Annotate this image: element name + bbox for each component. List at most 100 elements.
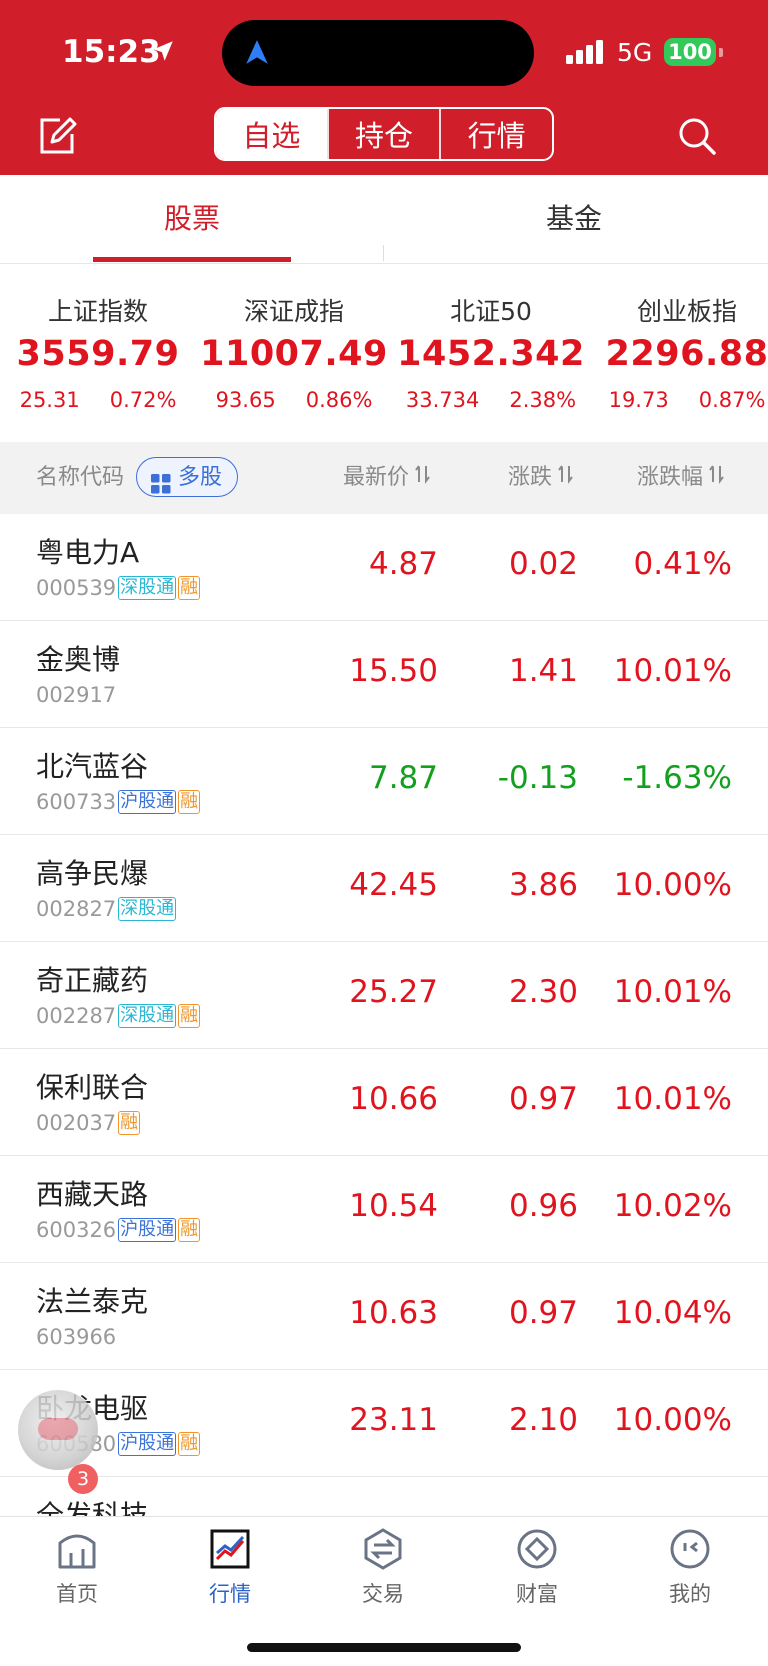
stock-code: 002917 xyxy=(36,683,117,707)
nav-wealth[interactable]: 财富 xyxy=(477,1527,597,1608)
index-change: 25.31 xyxy=(19,388,80,412)
table-row[interactable]: 高争民爆 002827 深股通 42.45 3.86 10.00% xyxy=(0,835,768,942)
nav-market[interactable]: 行情 xyxy=(170,1527,290,1608)
index-card[interactable]: 深证成指 11007.49 93.65 0.86% xyxy=(194,292,394,412)
stock-price: 4.87 xyxy=(368,546,438,582)
table-row[interactable]: 保利联合 002037 融 10.66 0.97 10.01% xyxy=(0,1049,768,1156)
battery-icon: 100 xyxy=(664,38,716,66)
stock-name: 法兰泰克 xyxy=(36,1285,149,1318)
table-row[interactable]: 粤电力A 000539 深股通融 4.87 0.02 0.41% xyxy=(0,514,768,621)
nav-label: 行情 xyxy=(209,1582,251,1606)
grid-icon xyxy=(151,468,171,508)
trade-icon xyxy=(323,1527,443,1576)
column-change[interactable]: 涨跌 xyxy=(508,442,574,514)
stock-change-pct: 10.00% xyxy=(613,1402,732,1438)
tab-watchlist[interactable]: 自选 xyxy=(216,109,327,159)
column-label: 涨跌 xyxy=(508,465,553,490)
index-change: 33.734 xyxy=(405,388,480,412)
stock-change-pct: 0.41% xyxy=(633,546,732,582)
index-pct: 0.72% xyxy=(109,388,177,412)
index-pct: 0.87% xyxy=(698,388,766,412)
stock-code: 002827 xyxy=(36,897,117,921)
tag-shanghai-connect: 沪股通 xyxy=(118,1432,177,1456)
tag-margin: 融 xyxy=(178,1004,201,1028)
table-row[interactable]: 奇正藏药 002287 深股通融 25.27 2.30 10.01% xyxy=(0,942,768,1049)
stock-price: 10.54 xyxy=(349,1188,438,1224)
tag-margin: 融 xyxy=(178,576,201,600)
profile-icon xyxy=(630,1527,750,1576)
tab-holdings[interactable]: 持仓 xyxy=(326,109,440,159)
table-row[interactable]: 西藏天路 600326 沪股通融 10.54 0.96 10.02% xyxy=(0,1156,768,1263)
location-arrow-icon xyxy=(150,38,176,68)
index-pct: 2.38% xyxy=(509,388,577,412)
tag-shanghai-connect: 沪股通 xyxy=(118,1218,177,1242)
column-latest-price[interactable]: 最新价 xyxy=(343,442,431,514)
battery-cap xyxy=(719,48,723,57)
index-card[interactable]: 北证50 1452.342 33.734 2.38% xyxy=(391,292,591,412)
robot-avatar-icon xyxy=(38,1418,78,1440)
nav-trade[interactable]: 交易 xyxy=(323,1527,443,1608)
index-pct: 0.86% xyxy=(305,388,373,412)
stock-name: 西藏天路 xyxy=(36,1178,149,1211)
edit-icon[interactable] xyxy=(38,116,78,160)
stock-code: 002287 xyxy=(36,1004,117,1028)
stock-change: 2.30 xyxy=(508,974,578,1010)
nav-profile[interactable]: 我的 xyxy=(630,1527,750,1608)
signal-icon xyxy=(566,40,606,68)
status-time: 15:23 xyxy=(62,34,161,70)
tab-stocks[interactable]: 股票 xyxy=(93,175,291,263)
sort-icon xyxy=(415,442,431,514)
stock-price: 42.45 xyxy=(349,867,438,903)
stock-change-pct: 10.01% xyxy=(613,1081,732,1117)
stock-price: 7.87 xyxy=(368,760,438,796)
tag-margin: 融 xyxy=(178,1432,201,1456)
nav-home[interactable]: 首页 xyxy=(17,1527,137,1608)
stock-price: 15.50 xyxy=(349,653,438,689)
stock-code: 600733 xyxy=(36,790,117,814)
column-label: 涨跌幅 xyxy=(637,465,704,490)
stock-name: 金奥博 xyxy=(36,643,121,676)
column-name-code: 名称代码 xyxy=(36,465,125,490)
index-change: 19.73 xyxy=(608,388,669,412)
index-card[interactable]: 创业板指 2296.88 19.73 0.87% xyxy=(587,292,768,412)
stock-name: 全发科技 xyxy=(36,1499,149,1516)
stock-change: 2.10 xyxy=(508,1402,578,1438)
stock-code: 600326 xyxy=(36,1218,117,1242)
stock-name: 保利联合 xyxy=(36,1071,149,1104)
stock-change-pct: 10.00% xyxy=(613,867,732,903)
multi-stock-label: 多股 xyxy=(178,465,223,490)
table-row-partial[interactable]: 全发科技 xyxy=(0,1477,768,1516)
column-change-pct[interactable]: 涨跌幅 xyxy=(637,442,725,514)
stock-code: 000539 xyxy=(36,576,117,600)
index-change: 93.65 xyxy=(215,388,276,412)
tag-shanghai-connect: 沪股通 xyxy=(118,790,177,814)
table-row[interactable]: 北汽蓝谷 600733 沪股通融 7.87 -0.13 -1.63% xyxy=(0,728,768,835)
tab-market[interactable]: 行情 xyxy=(439,109,552,159)
search-icon[interactable] xyxy=(677,116,717,160)
stock-price: 25.27 xyxy=(349,974,438,1010)
stock-table-header: 名称代码 多股 最新价 涨跌 涨跌幅 xyxy=(0,442,768,514)
home-icon xyxy=(17,1527,137,1576)
header-segmented-tabs: 自选 持仓 行情 xyxy=(214,107,554,161)
stock-change: -0.13 xyxy=(497,760,578,796)
table-row[interactable]: 金奥博 002917 15.50 1.41 10.01% xyxy=(0,621,768,728)
status-bar: 15:23 5G 100 xyxy=(0,0,768,100)
index-name: 北证50 xyxy=(450,297,532,326)
table-row[interactable]: 卧龙电驱 600580沪股通融 23.11 2.10 10.00% xyxy=(0,1370,768,1477)
nav-label: 我的 xyxy=(669,1582,711,1606)
index-value: 3559.79 xyxy=(16,334,180,374)
index-value: 11007.49 xyxy=(200,334,388,374)
column-label: 最新价 xyxy=(343,465,410,490)
assistant-float-button[interactable] xyxy=(18,1390,98,1470)
stock-change-pct: -1.63% xyxy=(622,760,732,796)
tab-funds[interactable]: 基金 xyxy=(475,175,673,263)
stock-list: 粤电力A 000539 深股通融 4.87 0.02 0.41% 金奥博 0029… xyxy=(0,514,768,1516)
multi-stock-button[interactable]: 多股 xyxy=(136,457,238,497)
stock-name: 高争民爆 xyxy=(36,857,149,890)
market-chart-icon xyxy=(170,1527,290,1576)
market-indices: 上证指数 3559.79 25.31 0.72% 深证成指 11007.49 93… xyxy=(0,264,768,442)
index-card[interactable]: 上证指数 3559.79 25.31 0.72% xyxy=(0,292,198,412)
stock-change-pct: 10.01% xyxy=(613,974,732,1010)
tag-shenzhen-connect: 深股通 xyxy=(118,1004,177,1028)
table-row[interactable]: 法兰泰克 603966 10.63 0.97 10.04% xyxy=(0,1263,768,1370)
